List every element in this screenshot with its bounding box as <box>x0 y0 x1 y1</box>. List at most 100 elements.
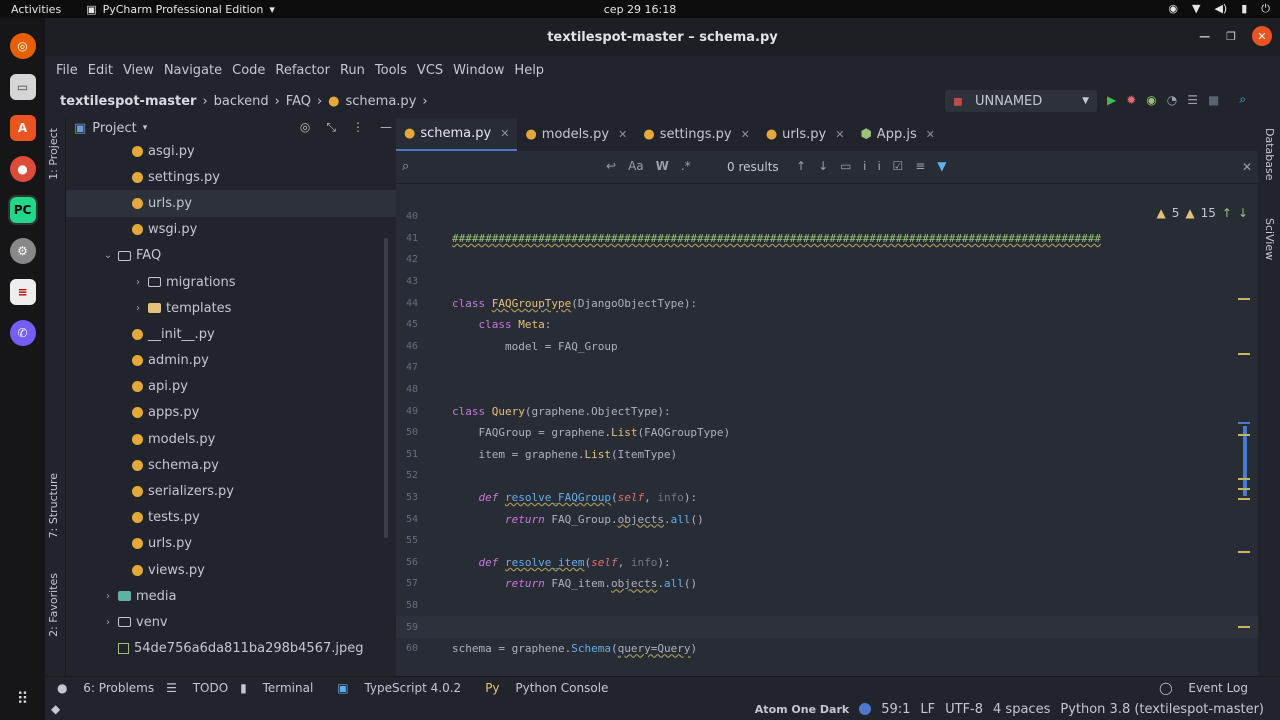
wifi-icon[interactable]: ▼ <box>1192 2 1200 16</box>
close-tab-icon[interactable]: ✕ <box>835 128 844 141</box>
close-find-icon[interactable]: ✕ <box>1242 160 1252 174</box>
tree-item[interactable]: wsgi.py <box>66 217 396 243</box>
chevron-right-icon[interactable]: › <box>132 277 144 288</box>
tree-item[interactable]: asgi.py <box>66 138 396 164</box>
error-stripe[interactable] <box>1238 298 1250 668</box>
coverage-icon[interactable]: ◉ <box>1146 93 1156 107</box>
menu-vcs[interactable]: VCS <box>412 63 448 78</box>
file-encoding[interactable]: UTF-8 <box>945 702 983 717</box>
close-tab-icon[interactable]: ✕ <box>500 127 509 140</box>
tree-item[interactable]: › templates <box>66 295 396 321</box>
tab-typescript[interactable]: ▣ TypeScript 4.0.2 <box>325 681 461 695</box>
clock[interactable]: сер 29 16:18 <box>604 3 677 16</box>
tree-item[interactable]: settings.py <box>66 164 396 190</box>
tab-sciview[interactable]: SciView <box>1263 218 1276 260</box>
filter-icon[interactable]: ▼ <box>937 159 946 174</box>
editor-tab[interactable]: ● models.py ✕ <box>517 118 635 151</box>
next-occurrence-icon[interactable]: ↓ <box>818 159 828 174</box>
code-line[interactable]: 47 <box>396 357 1258 379</box>
theme-name[interactable]: Atom One Dark <box>755 703 849 716</box>
tab-project[interactable]: 1: Project <box>47 128 60 180</box>
code-line[interactable]: 54 return FAQ_Group.objects.all() <box>396 508 1258 530</box>
code-line[interactable]: 55 <box>396 530 1258 552</box>
code-line[interactable]: 58 <box>396 595 1258 617</box>
breadcrumb-backend[interactable]: backend <box>214 94 269 109</box>
menu-tools[interactable]: Tools <box>370 63 412 78</box>
tree-item[interactable]: schema.py <box>66 452 396 478</box>
tree-item[interactable]: views.py <box>66 557 396 583</box>
tab-problems[interactable]: ● 6: Problems <box>57 681 154 695</box>
code-line[interactable]: 41 ######################################… <box>396 228 1258 250</box>
volume-icon[interactable]: ◀) <box>1214 2 1227 16</box>
settings-icon[interactable]: ⚙ <box>9 238 36 264</box>
find-in-selection-icon[interactable]: ▭ <box>840 159 851 174</box>
indent-setting[interactable]: 4 spaces <box>993 702 1050 717</box>
stop-icon[interactable]: ■ <box>1208 93 1219 107</box>
menu-help[interactable]: Help <box>509 63 549 78</box>
collapse-all-icon[interactable]: ⤡ <box>326 120 336 135</box>
tree-item[interactable]: › venv <box>66 609 396 635</box>
tree-item[interactable]: api.py <box>66 374 396 400</box>
add-occurrence-icon[interactable]: Ꭵ <box>863 159 865 174</box>
code-line[interactable]: 59 <box>396 616 1258 638</box>
pycharm-icon[interactable]: PC <box>7 195 38 225</box>
tree-item[interactable]: › migrations <box>66 269 396 295</box>
code-line[interactable]: 45 class Meta: <box>396 314 1258 336</box>
select-all-occurrences-icon[interactable]: ☑ <box>892 159 903 174</box>
debug-icon[interactable]: ✹ <box>1126 93 1136 107</box>
tree-item[interactable]: ⌄ FAQ <box>66 243 396 269</box>
menu-navigate[interactable]: Navigate <box>159 63 227 78</box>
menu-view[interactable]: View <box>118 63 159 78</box>
tree-item[interactable]: apps.py <box>66 400 396 426</box>
remove-occurrence-icon[interactable]: Ꭵ <box>878 159 880 174</box>
code-line[interactable]: 48 <box>396 379 1258 401</box>
python-interpreter[interactable]: Python 3.8 (textilespot-master) <box>1060 702 1264 717</box>
close-tab-icon[interactable]: ✕ <box>741 128 750 141</box>
files-icon[interactable]: ▭ <box>9 74 36 100</box>
line-separator[interactable]: LF <box>920 702 935 717</box>
caret-position[interactable]: 59:1 <box>881 702 910 717</box>
code-line[interactable]: 50 FAQGroup = graphene.List(FAQGroupType… <box>396 422 1258 444</box>
tree-item[interactable]: › media <box>66 583 396 609</box>
close-tab-icon[interactable]: ✕ <box>618 128 627 141</box>
code-line[interactable]: 42 <box>396 249 1258 271</box>
text-editor-icon[interactable]: ≡ <box>9 279 36 305</box>
tree-item[interactable]: models.py <box>66 426 396 452</box>
search-everywhere-icon[interactable]: ⌕ <box>1239 92 1246 107</box>
tab-favorites[interactable]: 2: Favorites <box>47 573 60 637</box>
project-scrollbar[interactable] <box>384 238 388 538</box>
run-configuration-selector[interactable]: ◼ UNNAMED ▼ <box>945 90 1097 112</box>
chrome-icon[interactable]: ● <box>9 156 36 182</box>
close-icon[interactable]: ✕ <box>1252 26 1272 46</box>
tab-todo[interactable]: ☰ TODO <box>166 681 228 695</box>
editor-tab[interactable]: ⬢ App.js ✕ <box>852 118 943 151</box>
menu-code[interactable]: Code <box>227 63 270 78</box>
breadcrumb-schema[interactable]: schema.py <box>346 94 417 109</box>
previous-occurrence-icon[interactable]: ↑ <box>796 159 806 174</box>
chevron-right-icon[interactable]: › <box>102 591 114 602</box>
app-menu[interactable]: ▣ PyCharm Professional Edition ▾ <box>86 3 275 16</box>
menu-refactor[interactable]: Refactor <box>270 63 335 78</box>
editor-tab[interactable]: ● schema.py ✕ <box>396 118 518 151</box>
menu-file[interactable]: File <box>51 63 83 78</box>
regex-toggle[interactable]: .* <box>681 159 691 173</box>
tab-terminal[interactable]: ▮ Terminal <box>240 681 313 695</box>
code-line[interactable]: 51 item = graphene.List(ItemType) <box>396 444 1258 466</box>
system-tray[interactable]: ◉ ▼ ◀) ▮ ⏻ <box>1168 2 1270 16</box>
project-view-selector[interactable]: Project <box>92 121 136 136</box>
tree-item[interactable]: serializers.py <box>66 478 396 504</box>
viber-icon[interactable]: ✆ <box>9 320 36 346</box>
tab-structure[interactable]: 7: Structure <box>47 473 60 538</box>
tree-item[interactable]: admin.py <box>66 348 396 374</box>
tree-item[interactable]: __init__.py <box>66 321 396 347</box>
code-line[interactable]: 56 def resolve_item(self, info): <box>396 552 1258 574</box>
run-icon[interactable]: ▶ <box>1107 93 1116 107</box>
code-line[interactable]: 40 <box>396 206 1258 228</box>
code-line[interactable]: 52 <box>396 465 1258 487</box>
tab-database[interactable]: Database <box>1263 128 1276 181</box>
power-icon[interactable]: ⏻ <box>1261 2 1270 16</box>
software-center-icon[interactable]: A <box>9 115 36 141</box>
code-line[interactable]: 57 return FAQ_item.objects.all() <box>396 573 1258 595</box>
chevron-right-icon[interactable]: › <box>132 303 144 314</box>
viber-tray-icon[interactable]: ◉ <box>1168 2 1178 16</box>
